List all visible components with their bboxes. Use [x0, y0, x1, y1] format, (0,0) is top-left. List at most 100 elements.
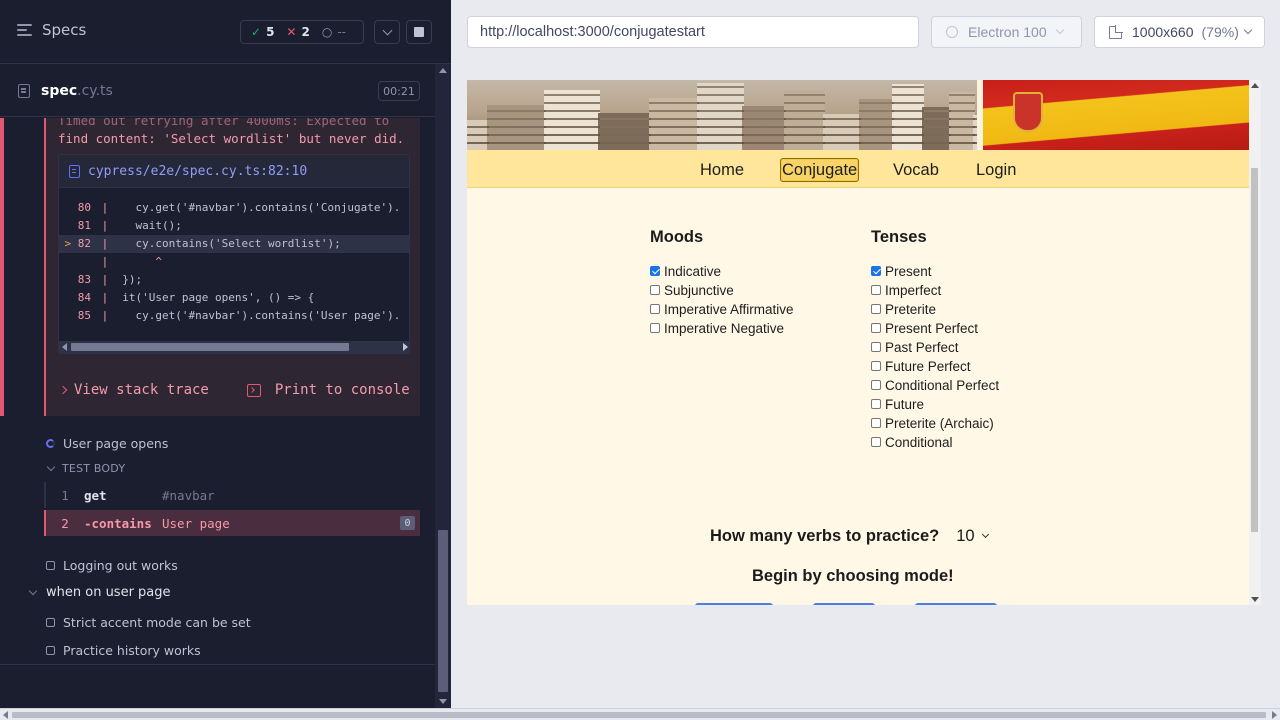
tense-checkbox[interactable] [871, 361, 881, 371]
tense-option[interactable]: Present [871, 262, 932, 280]
app-scrollbar[interactable] [1249, 80, 1261, 605]
runnables-list: Timed out retrying after 4000ms: Expecte… [0, 118, 435, 708]
scroll-down-icon[interactable] [439, 699, 447, 704]
navbar: Home Conjugate Vocab Login [467, 150, 1249, 188]
tense-option[interactable]: Imperfect [871, 281, 941, 299]
reporter-scrollbar[interactable] [435, 64, 451, 708]
toggle-auto-scroll-button[interactable] [374, 20, 400, 44]
scrollbar-thumb[interactable] [12, 712, 1266, 718]
mode-button[interactable] [915, 603, 997, 605]
nav-conjugate[interactable]: Conjugate [780, 158, 860, 182]
page-horizontal-scrollbar[interactable] [0, 708, 1280, 720]
view-stack-trace-button[interactable]: View stack trace [74, 382, 209, 398]
divider [0, 664, 435, 665]
scroll-up-icon[interactable] [1251, 83, 1259, 88]
scroll-left-icon[interactable] [62, 343, 67, 351]
tense-checkbox[interactable] [871, 418, 881, 428]
file-icon [69, 164, 80, 178]
tense-option[interactable]: Present Perfect [871, 319, 978, 337]
cypress-reporter: Specs ✓ 5 ✕ 2 ○ -- spec.cy.ts 00:21 Timed o… [0, 0, 451, 708]
mood-checkbox[interactable] [650, 266, 660, 276]
tense-checkbox[interactable] [871, 285, 881, 295]
mood-option[interactable]: Indicative [650, 262, 721, 280]
tense-option[interactable]: Conditional Perfect [871, 376, 999, 394]
spain-flag-photo [983, 80, 1249, 150]
chevron-down-icon [1243, 25, 1253, 35]
url-bar[interactable]: http://localhost:3000/conjugatestart [467, 16, 919, 48]
code-line: 80 | cy.get('#navbar').contains('Conjuga… [77, 201, 401, 214]
tense-checkbox[interactable] [871, 437, 881, 447]
mood-checkbox[interactable] [650, 304, 660, 314]
specs-toggle[interactable]: Specs [17, 21, 86, 39]
command-row-failed[interactable]: 2 -contains User page 0 [44, 510, 420, 536]
tense-option[interactable]: Future [871, 395, 924, 413]
tense-checkbox[interactable] [871, 304, 881, 314]
verbs-count-select[interactable]: 10 [952, 525, 991, 547]
scrollbar-thumb[interactable] [71, 343, 349, 351]
test-status-icon [46, 618, 55, 627]
nav-home[interactable]: Home [700, 158, 744, 182]
banner-image [467, 80, 1249, 150]
mode-prompt: Begin by choosing mode! [752, 567, 954, 585]
tense-checkbox[interactable] [871, 380, 881, 390]
code-frame-scrollbar[interactable] [59, 341, 409, 353]
mood-checkbox[interactable] [650, 285, 660, 295]
mood-option[interactable]: Subjunctive [650, 281, 734, 299]
tense-label: Present Perfect [885, 320, 979, 336]
tense-label: Conditional [885, 434, 953, 450]
check-icon: ✓ [251, 25, 262, 39]
tense-option[interactable]: Conditional [871, 433, 953, 451]
mode-button[interactable] [813, 603, 875, 605]
failed-test-indicator [0, 118, 4, 416]
tense-option[interactable]: Future Perfect [871, 357, 971, 375]
code-frame-file-link[interactable]: cypress/e2e/spec.cy.ts:82:10 [59, 155, 409, 188]
tense-checkbox[interactable] [871, 399, 881, 409]
scroll-right-icon[interactable] [1272, 711, 1277, 719]
mode-button[interactable] [695, 603, 773, 605]
tense-label: Future Perfect [885, 358, 971, 374]
viewport-icon [1109, 25, 1123, 39]
tense-checkbox[interactable] [871, 323, 881, 333]
terminal-icon [246, 383, 261, 397]
tense-label: Conditional Perfect [885, 377, 1000, 393]
tense-label: Present [885, 263, 932, 279]
tense-checkbox[interactable] [871, 266, 881, 276]
spec-file-name[interactable]: spec.cy.ts [41, 83, 113, 99]
stop-button[interactable] [406, 20, 432, 44]
scroll-right-icon[interactable] [403, 343, 408, 351]
test-logging-out[interactable]: Logging out works [46, 558, 178, 573]
scroll-up-icon[interactable] [439, 68, 447, 73]
scrollbar-thumb[interactable] [1251, 168, 1258, 532]
test-strict-accent[interactable]: Strict accent mode can be set [46, 615, 251, 630]
scrollbar-thumb[interactable] [438, 530, 448, 692]
menu-icon [17, 24, 32, 36]
tense-option[interactable]: Past Perfect [871, 338, 959, 356]
print-to-console-button[interactable]: Print to console [275, 382, 410, 398]
scroll-left-icon[interactable] [3, 711, 8, 719]
test-body-toggle[interactable]: TEST BODY [46, 462, 125, 475]
element-count-badge: 0 [400, 516, 415, 530]
browser-selector[interactable]: Electron 100 [931, 16, 1082, 48]
pending-circle-icon: ○ [321, 25, 333, 39]
electron-icon [946, 26, 958, 38]
spec-file-bar: spec.cy.ts 00:21 [0, 65, 435, 117]
test-practice-history[interactable]: Practice history works [46, 643, 201, 658]
test-user-page-opens[interactable]: User page opens [46, 436, 168, 451]
mood-option[interactable]: Imperative Negative [650, 319, 784, 337]
nav-login[interactable]: Login [976, 158, 1016, 182]
mood-checkbox[interactable] [650, 323, 660, 333]
tense-option[interactable]: Preterite (Archaic) [871, 414, 994, 432]
test-status-icon [46, 561, 55, 570]
coat-of-arms [1013, 92, 1043, 132]
nav-vocab[interactable]: Vocab [893, 158, 939, 182]
tense-checkbox[interactable] [871, 342, 881, 352]
command-row[interactable]: 1 get #navbar [44, 482, 420, 508]
tense-option[interactable]: Preterite [871, 300, 936, 318]
code-line: 84 | it('User page opens', () => { [77, 291, 315, 304]
scroll-down-icon[interactable] [1251, 597, 1259, 602]
tense-label: Future [885, 396, 925, 412]
mood-option[interactable]: Imperative Affirmative [650, 300, 794, 318]
passed-stat: ✓ 5 [251, 25, 275, 39]
suite-when-on-user-page[interactable]: when on user page [28, 585, 171, 600]
viewport-selector[interactable]: 1000x660 (79%) [1094, 16, 1265, 48]
